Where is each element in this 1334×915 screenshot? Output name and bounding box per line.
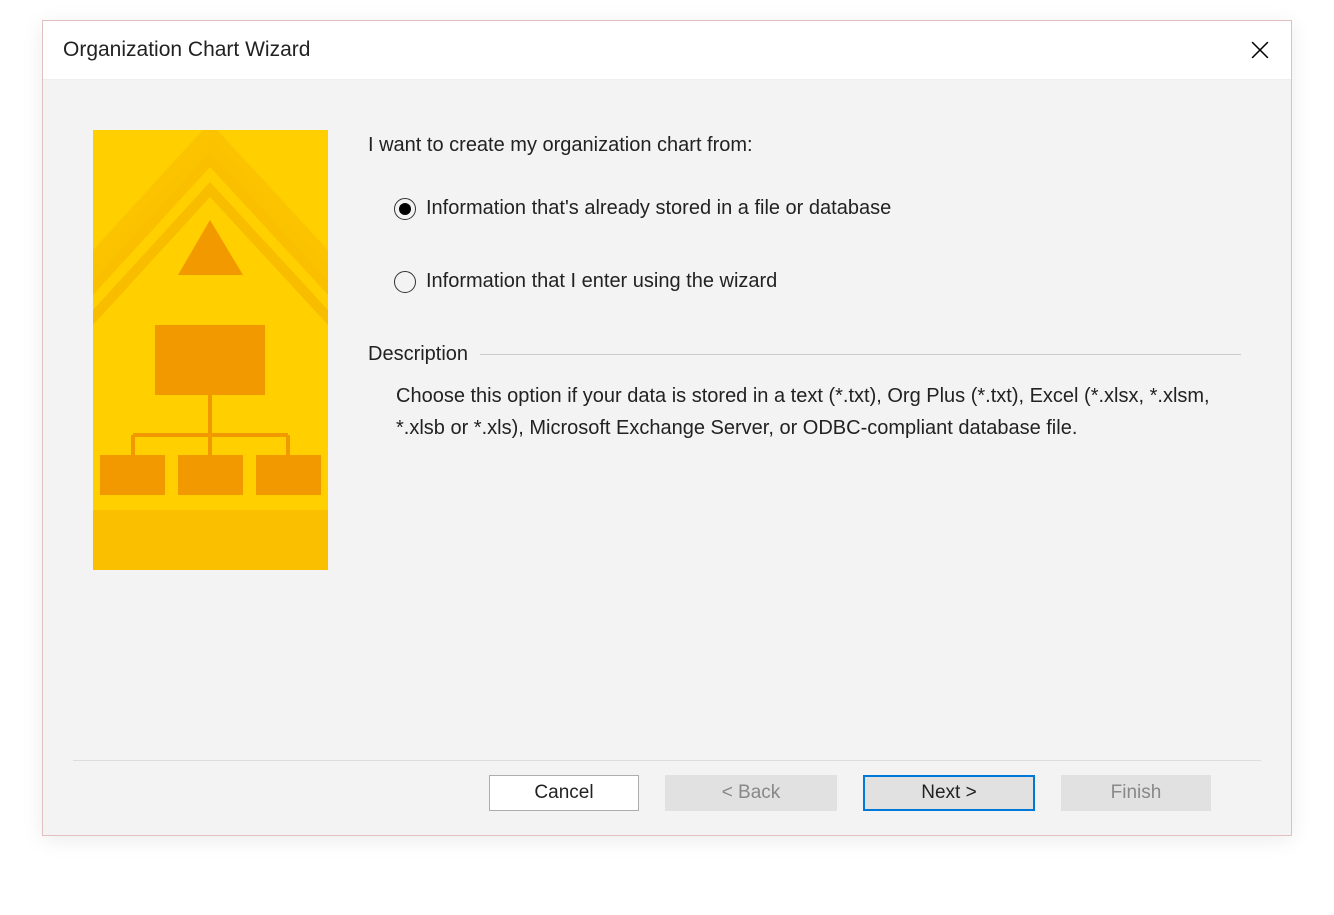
cancel-button[interactable]: Cancel bbox=[489, 775, 639, 811]
divider-line bbox=[480, 354, 1241, 355]
description-section: Description Choose this option if your d… bbox=[368, 343, 1241, 444]
radio-circle bbox=[394, 271, 416, 293]
content-area: I want to create my organization chart f… bbox=[43, 80, 1291, 760]
radio-label: Information that I enter using the wizar… bbox=[426, 270, 777, 293]
radio-group: Information that's already stored in a f… bbox=[368, 197, 1241, 293]
close-icon bbox=[1251, 41, 1269, 59]
radio-option-file-database[interactable]: Information that's already stored in a f… bbox=[394, 197, 1241, 220]
button-bar: Cancel < Back Next > Finish bbox=[73, 760, 1261, 835]
description-header: Description bbox=[368, 343, 1241, 366]
description-title: Description bbox=[368, 343, 468, 366]
dialog-title: Organization Chart Wizard bbox=[63, 38, 310, 62]
finish-button: Finish bbox=[1061, 775, 1211, 811]
description-text: Choose this option if your data is store… bbox=[368, 380, 1241, 444]
next-button[interactable]: Next > bbox=[863, 775, 1035, 811]
main-content: I want to create my organization chart f… bbox=[368, 130, 1241, 740]
dialog-bottom: Cancel < Back Next > Finish bbox=[43, 760, 1291, 835]
wizard-dialog: Organization Chart Wizard bbox=[42, 20, 1292, 836]
org-chart-icon bbox=[93, 130, 328, 570]
titlebar: Organization Chart Wizard bbox=[43, 21, 1291, 80]
radio-dot-selected bbox=[399, 203, 411, 215]
radio-option-enter-wizard[interactable]: Information that I enter using the wizar… bbox=[394, 270, 1241, 293]
prompt-text: I want to create my organization chart f… bbox=[368, 134, 1241, 157]
back-button: < Back bbox=[665, 775, 837, 811]
radio-label: Information that's already stored in a f… bbox=[426, 197, 891, 220]
wizard-image bbox=[93, 130, 328, 570]
radio-circle bbox=[394, 198, 416, 220]
close-button[interactable] bbox=[1245, 35, 1275, 65]
